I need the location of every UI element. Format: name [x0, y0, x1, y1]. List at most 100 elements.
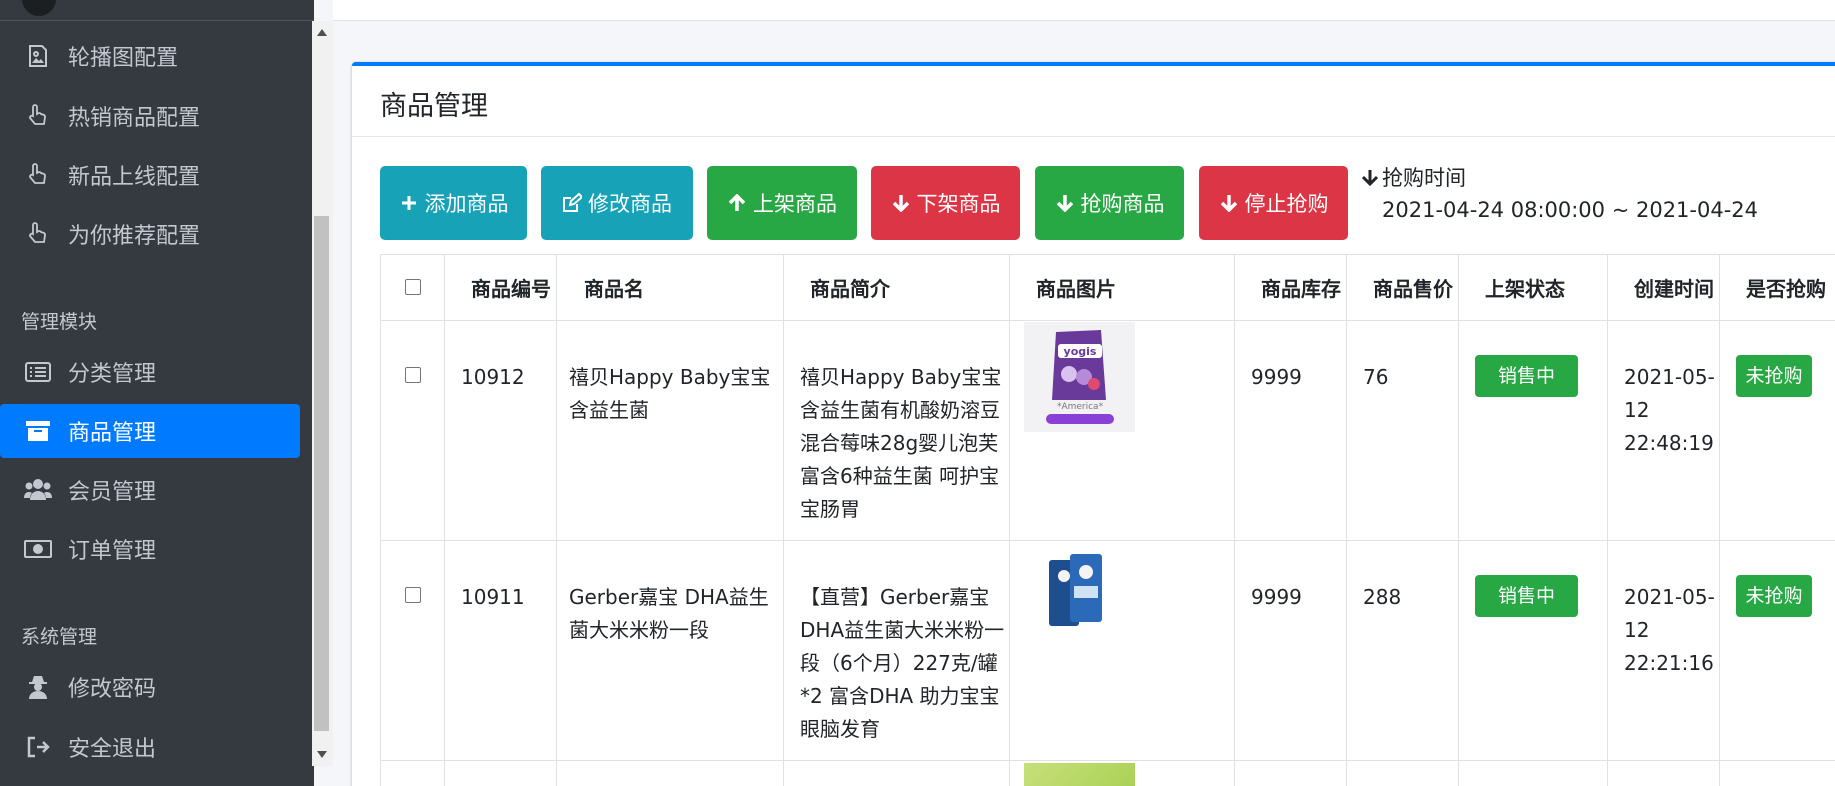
product-image-brand: yogis	[1064, 345, 1097, 358]
divider	[352, 136, 1835, 137]
table-row[interactable]	[380, 760, 1835, 786]
scroll-down-icon[interactable]	[317, 751, 327, 758]
sidebar-item-label: 轮播图配置	[68, 46, 179, 71]
sidebar-item-carousel[interactable]: 轮播图配置	[0, 29, 300, 83]
column-header[interactable]: 创建时间	[1607, 254, 1720, 321]
goods-stock-cell: 9999	[1234, 320, 1347, 541]
sidebar-item-password[interactable]: 修改密码	[0, 660, 300, 714]
goods-created-cell: 2021-05-12 22:21:16	[1607, 540, 1720, 761]
goods-intro-cell: 禧贝Happy Baby宝宝含益生菌有机酸奶溶豆混合莓味28g婴儿泡芙 富含6种…	[783, 320, 1010, 541]
column-header[interactable]: 商品库存	[1234, 254, 1347, 321]
goods-flash-cell: 未抢购	[1719, 320, 1835, 541]
select-all-checkbox[interactable]	[404, 278, 421, 295]
row-select-cell	[380, 760, 445, 786]
sidebar-item-hot[interactable]: 热销商品配置	[0, 89, 300, 143]
hand-pointer-icon	[24, 161, 52, 189]
sidebar-header-manage: 管理模块	[21, 311, 98, 333]
goods-status-cell: 销售中	[1458, 320, 1608, 541]
table-row[interactable]: 10912 禧贝Happy Baby宝宝含益生菌 禧贝Happy Baby宝宝含…	[380, 320, 1835, 541]
list-icon	[24, 358, 52, 386]
column-header[interactable]: 商品图片	[1009, 254, 1235, 321]
goods-image-cell	[1009, 540, 1235, 761]
sidebar-item-logout[interactable]: 安全退出	[0, 720, 300, 774]
arrow-down-icon	[1361, 168, 1379, 192]
archive-box-icon	[24, 417, 52, 445]
goods-created-cell: 2021-05-12 22:48:19	[1607, 320, 1720, 541]
row-select-cell	[380, 320, 445, 541]
goods-table: 商品编号 商品名 商品简介 商品图片 商品库存 商品售价 上架状态 创建时间 是…	[380, 254, 1835, 786]
edit-goods-button[interactable]: 修改商品	[541, 166, 693, 240]
goods-price-cell: 288	[1346, 540, 1459, 761]
sidebar-item-label: 为你推荐配置	[68, 224, 201, 249]
hand-pointer-icon	[24, 102, 52, 130]
plus-icon	[399, 193, 419, 213]
top-navbar	[333, 0, 1835, 21]
goods-flash-cell	[1719, 760, 1835, 786]
product-image-sub: *America*	[1057, 402, 1104, 412]
status-badge: 销售中	[1475, 575, 1578, 617]
product-image: yogis *America*	[1024, 322, 1135, 432]
sign-out-icon	[24, 733, 52, 761]
goods-stock-cell: 9999	[1234, 540, 1347, 761]
select-all-cell	[380, 254, 445, 321]
flash-time-label: 抢购时间	[1361, 162, 1466, 192]
users-icon	[24, 476, 52, 504]
sidebar-item-members[interactable]: 会员管理	[0, 463, 300, 517]
sidebar-item-label: 新品上线配置	[68, 165, 201, 190]
goods-stock-cell	[1234, 760, 1347, 786]
sidebar-item-label: 热销商品配置	[68, 106, 201, 131]
goods-created-cell	[1607, 760, 1720, 786]
add-goods-button[interactable]: 添加商品	[380, 166, 527, 240]
goods-status-cell: 销售中	[1458, 540, 1608, 761]
sidebar-item-new[interactable]: 新品上线配置	[0, 148, 300, 202]
row-checkbox[interactable]	[404, 367, 421, 383]
product-image	[1024, 763, 1135, 786]
arrow-up-icon	[727, 193, 747, 213]
goods-card: 商品管理 添加商品 修改商品 上架商品 下架商品 抢购商品 停止抢购 抢购时间	[352, 62, 1835, 786]
sidebar-header-system: 系统管理	[21, 626, 98, 648]
column-header[interactable]: 商品名	[556, 254, 784, 321]
goods-status-cell	[1458, 760, 1608, 786]
goods-name-cell: 禧贝Happy Baby宝宝含益生菌	[556, 320, 784, 541]
sidebar-item-label: 商品管理	[68, 421, 157, 446]
sidebar-item-label: 修改密码	[68, 677, 157, 702]
sidebar-item-orders[interactable]: 订单管理	[0, 522, 300, 576]
edit-icon	[562, 193, 582, 213]
goods-id-cell: 10911	[444, 540, 557, 761]
column-header[interactable]: 上架状态	[1458, 254, 1608, 321]
goods-intro-cell: 【直营】Gerber嘉宝DHA益生菌大米米粉一段（6个月）227克/罐*2 富含…	[783, 540, 1010, 761]
avatar[interactable]	[22, 0, 56, 16]
scrollbar-thumb[interactable]	[314, 216, 329, 731]
table-row[interactable]: 10911 Gerber嘉宝 DHA益生菌大米米粉一段 【直营】Gerber嘉宝…	[380, 540, 1835, 761]
row-checkbox[interactable]	[404, 587, 421, 603]
sidebar-user-panel	[0, 0, 314, 21]
flash-time-range: 2021-04-24 08:00:00 ~ 2021-04-24	[1382, 198, 1759, 222]
sidebar-item-recommend[interactable]: 为你推荐配置	[0, 207, 300, 261]
image-icon	[24, 42, 52, 70]
sidebar-scrollbar[interactable]	[312, 21, 333, 766]
list-down-button[interactable]: 下架商品	[871, 166, 1020, 240]
column-header[interactable]: 商品编号	[444, 254, 557, 321]
sidebar-item-label: 分类管理	[68, 362, 157, 387]
list-up-button[interactable]: 上架商品	[707, 166, 857, 240]
sidebar-item-category[interactable]: 分类管理	[0, 345, 300, 399]
goods-price-cell	[1346, 760, 1459, 786]
column-header[interactable]: 商品简介	[783, 254, 1010, 321]
user-secret-icon	[24, 673, 52, 701]
sidebar-item-label: 安全退出	[68, 737, 157, 762]
column-header[interactable]: 是否抢购	[1719, 254, 1835, 321]
goods-flash-cell: 未抢购	[1719, 540, 1835, 761]
scroll-up-icon[interactable]	[317, 29, 327, 36]
goods-intro-cell	[783, 760, 1010, 786]
arrow-down-icon	[891, 193, 911, 213]
stop-flash-sale-button[interactable]: 停止抢购	[1199, 166, 1348, 240]
sidebar-item-goods[interactable]: 商品管理	[0, 404, 300, 458]
flash-status-badge: 未抢购	[1736, 355, 1812, 397]
goods-price-cell: 76	[1346, 320, 1459, 541]
flash-sale-button[interactable]: 抢购商品	[1035, 166, 1184, 240]
goods-name-cell: Gerber嘉宝 DHA益生菌大米米粉一段	[556, 540, 784, 761]
money-bill-icon	[24, 535, 52, 563]
button-label: 上架商品	[753, 192, 837, 216]
column-header[interactable]: 商品售价	[1346, 254, 1459, 321]
arrow-down-icon	[1219, 193, 1239, 213]
